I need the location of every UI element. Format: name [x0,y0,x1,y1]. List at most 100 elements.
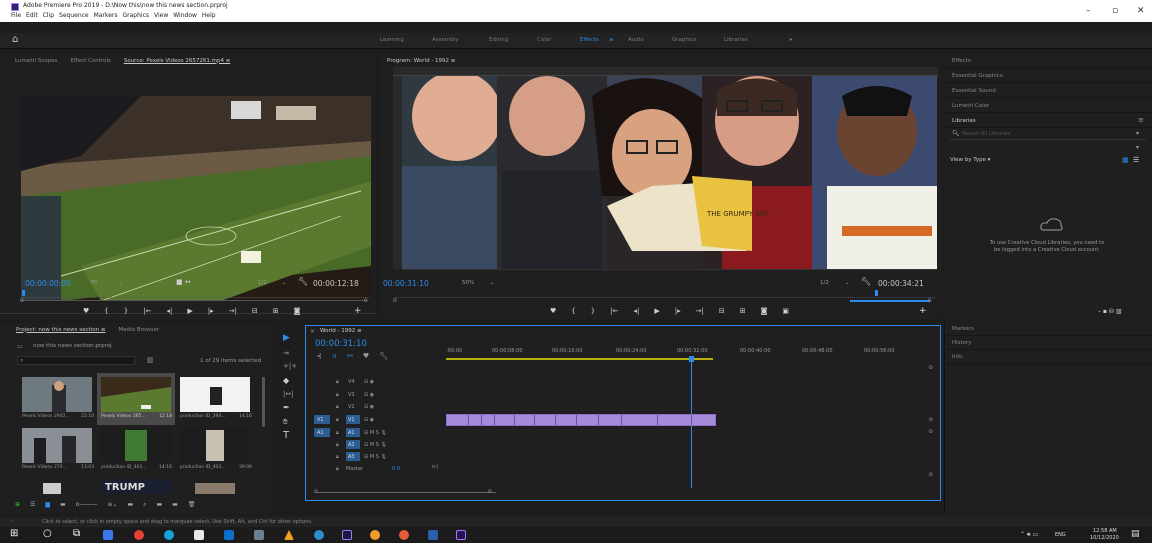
opera-icon[interactable] [134,530,144,540]
panel-essential-graphics[interactable]: Essential Graphics [946,69,1152,83]
zoom-dropdown[interactable]: 50% [462,280,474,286]
master-track[interactable]: Master [346,466,363,472]
clip[interactable] [599,415,622,425]
project-scrollbar[interactable] [262,377,265,427]
timeline-h-scrollbar[interactable] [316,492,496,493]
clip[interactable] [482,415,495,425]
razor-tool-icon[interactable]: ◆ [283,376,289,385]
master-to-end-icon[interactable]: ⊳| [432,464,438,470]
workspace-color[interactable]: Color [537,37,551,43]
premiere-taskbar-icon[interactable] [456,530,466,540]
new-bin-icon[interactable]: ▥ [147,356,154,364]
taskbar-app-icon-2[interactable] [254,530,264,540]
a-scroll-top-handle[interactable]: o [929,428,933,435]
minimize-button[interactable]: – [1086,6,1091,16]
zoom-slider[interactable]: o——— [76,501,98,509]
close-button[interactable]: ✕ [1137,6,1145,16]
lock-a1-icon[interactable]: 🔒︎ [336,430,339,436]
timeline-close-icon[interactable]: × [310,328,315,335]
workspace-effects[interactable]: Effects [580,37,599,43]
clip[interactable] [556,415,577,425]
after-effects-icon[interactable] [342,530,352,540]
source-zoom-right-handle[interactable]: o [364,297,368,304]
word-icon[interactable] [428,530,438,540]
tab-timeline-sequence[interactable]: World - 1992 ≡ [320,328,362,334]
sync-v4-icon[interactable]: ⊟ ◉ [364,379,374,385]
h-scroll-left-handle[interactable]: o [314,488,318,495]
menu-file[interactable]: File [11,12,21,19]
clip[interactable] [469,415,482,425]
menu-edit[interactable]: Edit [26,12,38,19]
notifications-icon[interactable]: ▤ [1131,529,1140,539]
clip[interactable] [577,415,599,425]
menu-sequence[interactable]: Sequence [59,12,89,19]
button-editor-plus-icon[interactable]: + [354,306,362,316]
source-video-frame[interactable] [21,96,371,301]
lock-v1-icon[interactable]: 🔒︎ [336,417,339,423]
program-camera-icon[interactable]: ◙ [761,307,768,315]
program-playhead[interactable] [875,290,878,296]
lock-a2-icon[interactable]: 🔒︎ [336,442,339,448]
overwrite-icon[interactable]: ⊞ [273,307,279,315]
home-icon[interactable]: ⌂ [12,34,18,45]
sort-icon[interactable]: ≡⌄ [107,501,117,509]
a2-controls-icon[interactable]: ⊟ M S 🎙︎ [364,442,387,448]
chrome-icon[interactable] [370,530,380,540]
store-icon[interactable] [194,530,204,540]
menu-window[interactable]: Window [173,12,197,19]
program-go-to-out-icon[interactable]: →| [696,307,704,315]
track-a2[interactable]: A2 [346,440,360,449]
a3-controls-icon[interactable]: ⊟ M S 🎙︎ [364,454,387,460]
lock-v2-icon[interactable]: 🔒︎ [336,404,339,410]
browser-icon[interactable] [399,530,409,540]
program-time-ruler[interactable] [395,293,935,298]
menu-graphics[interactable]: Graphics [123,12,150,19]
add-marker-icon[interactable]: ♥ [83,307,89,315]
panel-markers[interactable]: Markers [946,322,1152,336]
language-indicator[interactable]: ENG [1055,532,1066,538]
source-resolution[interactable]: 1/2 [258,280,267,286]
source-playhead[interactable] [22,290,25,296]
panel-essential-sound[interactable]: Essential Sound [946,84,1152,98]
track-select-tool-icon[interactable]: ⇥ [283,349,289,357]
tab-source[interactable]: Source: Pexels Videos 2657261.mp4 ≡ [124,58,230,64]
track-a3[interactable]: A3 [346,452,360,461]
linked-selection-icon[interactable]: ⚯ [347,352,353,360]
library-filter-chevron-icon[interactable]: ▾ [1136,144,1139,151]
program-add-marker-icon[interactable]: ♥ [550,307,556,315]
menu-help[interactable]: Help [202,12,216,19]
step-forward-icon[interactable]: |▸ [208,307,214,315]
libraries-menu-icon[interactable]: ≡ [1138,116,1144,124]
program-button-editor-plus-icon[interactable]: + [919,306,927,316]
clock-date[interactable]: 10/12/2020 [1090,535,1119,541]
track-v3[interactable]: V3 [348,392,355,398]
trash-icon[interactable]: 🗑︎ [188,501,196,509]
track-v2[interactable]: V2 [348,404,355,410]
source-timecode[interactable]: 00:00:00:00 [25,279,71,288]
sync-v2-icon[interactable]: ⊟ ◉ [364,404,374,410]
a-scroll-bottom-handle[interactable]: o [929,471,933,478]
lock-icon[interactable]: ⊕ [15,501,20,509]
clock-time[interactable]: 12:58 AM [1093,528,1117,534]
program-zoom-left-handle[interactable]: o [393,297,397,304]
v-scroll-top-handle[interactable]: o [929,364,933,371]
source-patch-v1[interactable]: V1 [314,415,330,424]
h-scroll-right-handle[interactable]: o [488,488,492,495]
program-zoom-right-handle[interactable]: o [928,297,932,304]
type-tool-icon[interactable]: T [283,430,289,441]
export-frame-icon[interactable]: ■ ↔ [176,278,191,286]
library-dropdown-icon[interactable]: ▾ [1136,130,1139,137]
edge-icon[interactable] [164,530,174,540]
timeline-settings-icon[interactable]: 🔧︎ [379,352,388,360]
snap-icon[interactable]: ∩ [332,352,337,360]
comparison-view-icon[interactable]: ▣ [782,307,789,315]
program-mark-in-icon[interactable]: { [571,307,575,315]
library-search[interactable]: 🔍︎ Search All Libraries ▾ [950,130,1146,140]
ripple-edit-tool-icon[interactable]: +|+ [283,362,297,370]
project-item-7-thumbnail[interactable] [43,483,61,494]
a1-controls-icon[interactable]: ⊟ M S 🎙︎ [364,430,387,436]
selection-tool-icon[interactable]: ▶ [283,333,290,343]
app-circle-icon[interactable] [314,530,324,540]
clip[interactable] [495,415,515,425]
mail-icon[interactable] [224,530,234,540]
